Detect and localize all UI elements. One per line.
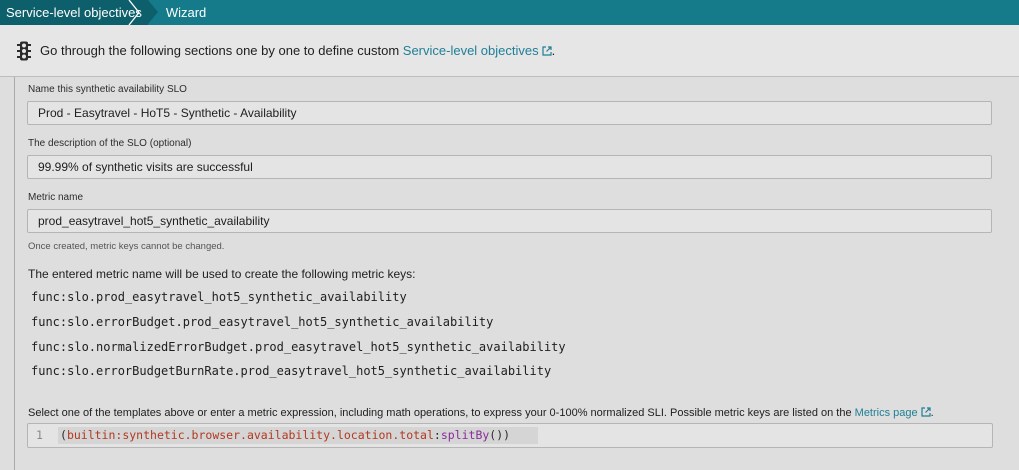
slo-description-input[interactable]: 99.99% of synthetic visits are successfu… <box>27 155 992 179</box>
metric-expression-intro-suffix: . <box>930 407 934 419</box>
slo-docs-link[interactable]: Service-level objectives <box>403 43 552 58</box>
metric-name-label: Metric name <box>28 192 84 203</box>
code-metric-key: builtin:synthetic.browser.availability.l… <box>66 428 434 442</box>
metric-expression-intro: Select one of the templates above or ent… <box>28 407 934 419</box>
banner-text-prefix: Go through the following sections one by… <box>40 43 403 58</box>
code-close-parens: ()) <box>489 428 511 442</box>
metric-keys-intro: The entered metric name will be used to … <box>28 267 416 281</box>
slo-name-label: Name this synthetic availability SLO <box>28 84 187 95</box>
breadcrumb-separator-icon <box>128 0 140 25</box>
metric-key-item: func:slo.errorBudget.prod_easytravel_hot… <box>31 315 494 329</box>
metrics-page-link[interactable]: Metrics page <box>855 407 931 419</box>
metric-name-input[interactable]: prod_easytravel_hot5_synthetic_availabil… <box>27 209 992 233</box>
banner-text-suffix: . <box>551 43 556 58</box>
breadcrumb-label-slo: Service-level objectives <box>6 5 142 20</box>
code-open-paren: ( <box>60 428 67 442</box>
breadcrumb-item-wizard[interactable]: Wizard <box>166 5 206 20</box>
traffic-light-icon <box>17 41 31 61</box>
breadcrumb: Service-level objectives Wizard <box>0 0 1019 25</box>
external-link-icon <box>542 46 552 56</box>
slo-docs-link-label: Service-level objectives <box>402 43 539 58</box>
metrics-page-link-label: Metrics page <box>854 407 918 419</box>
banner-text: Go through the following sections one by… <box>40 43 555 58</box>
slo-name-input[interactable]: Prod - Easytravel - HoT5 - Synthetic - A… <box>27 101 992 125</box>
code-line: (builtin:synthetic.browser.availability.… <box>60 424 510 447</box>
external-link-icon <box>921 407 931 417</box>
section-divider <box>14 77 15 470</box>
code-colon: : <box>433 428 441 442</box>
metric-name-hint: Once created, metric keys cannot be chan… <box>28 241 225 252</box>
metric-expression-editor[interactable]: 1 (builtin:synthetic.browser.availabilit… <box>27 423 993 448</box>
metric-key-item: func:slo.errorBudgetBurnRate.prod_easytr… <box>31 364 552 378</box>
info-banner: Go through the following sections one by… <box>0 25 1019 77</box>
line-number: 1 <box>36 428 43 442</box>
slo-description-label: The description of the SLO (optional) <box>28 138 192 149</box>
code-function: splitBy <box>440 428 490 442</box>
metric-key-item: func:slo.prod_easytravel_hot5_synthetic_… <box>31 290 407 304</box>
metric-key-item: func:slo.normalizedErrorBudget.prod_easy… <box>31 340 566 354</box>
metric-expression-intro-text: Select one of the templates above or ent… <box>28 407 855 419</box>
